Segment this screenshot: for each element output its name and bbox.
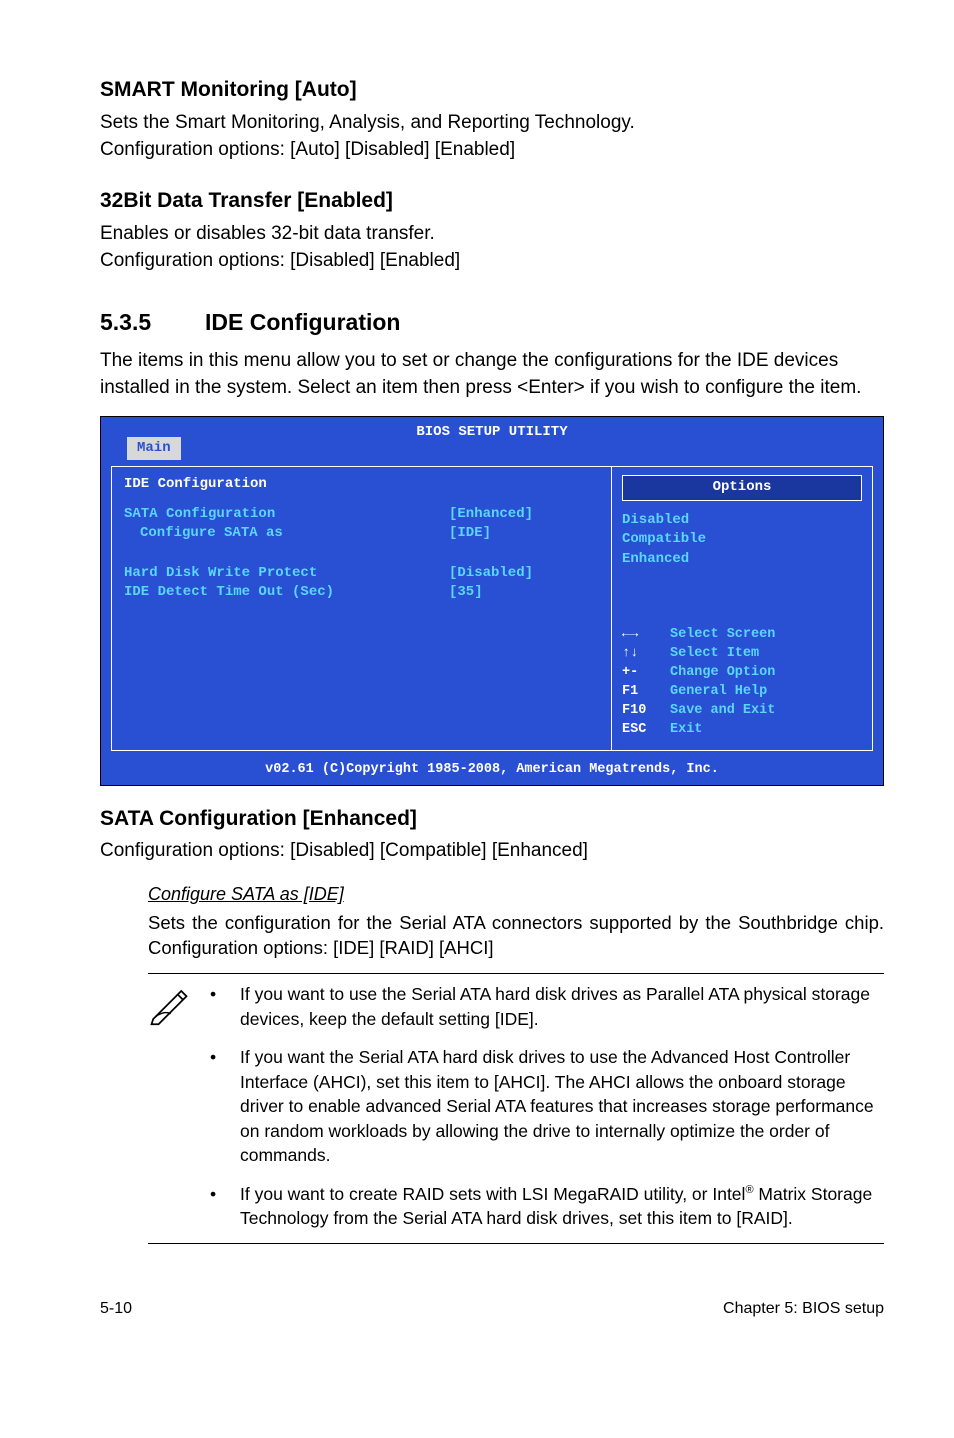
bios-label: Configure SATA as — [124, 524, 449, 544]
chapter-label: Chapter 5: BIOS setup — [723, 1298, 884, 1320]
smart-monitoring-heading: SMART Monitoring [Auto] — [100, 75, 884, 104]
bios-row-configure-sata: Configure SATA as [IDE] — [124, 524, 599, 544]
ide-config-intro: The items in this menu allow you to set … — [100, 348, 884, 401]
bios-options-title: Options — [622, 475, 862, 501]
note-block: • If you want to use the Serial ATA hard… — [148, 973, 884, 1244]
bullet-item: • If you want the Serial ATA hard disk d… — [210, 1045, 884, 1168]
bios-row-detect-timeout: IDE Detect Time Out (Sec) [35] — [124, 583, 599, 603]
bullet-dot: • — [210, 1045, 240, 1168]
text: Configuration options: [Auto] [Disabled]… — [100, 139, 515, 160]
bios-option: Disabled — [622, 511, 862, 531]
configure-sata-desc: Sets the configuration for the Serial AT… — [148, 910, 884, 962]
bios-value: [35] — [449, 583, 599, 603]
bullet-text: If you want to create RAID sets with LSI… — [240, 1182, 884, 1231]
hint-key: +- — [622, 664, 670, 683]
bios-row-write-protect: Hard Disk Write Protect [Disabled] — [124, 564, 599, 584]
data-transfer-heading: 32Bit Data Transfer [Enabled] — [100, 186, 884, 215]
bullet-text: If you want the Serial ATA hard disk dri… — [240, 1045, 884, 1168]
hint-text: Select Item — [670, 645, 759, 664]
bios-section-title: IDE Configuration — [124, 475, 599, 495]
bullet-item: • If you want to use the Serial ATA hard… — [210, 982, 884, 1031]
hint-key: ESC — [622, 721, 670, 740]
hint-text: General Help — [670, 683, 767, 702]
bullet-text: If you want to use the Serial ATA hard d… — [240, 982, 884, 1031]
bios-label: SATA Configuration — [124, 505, 449, 525]
sata-config-heading: SATA Configuration [Enhanced] — [100, 804, 884, 833]
bios-label: Hard Disk Write Protect — [124, 564, 449, 584]
bios-left-panel: IDE Configuration SATA Configuration [En… — [112, 467, 612, 749]
note-bullets: • If you want to use the Serial ATA hard… — [210, 982, 884, 1235]
bios-footer: v02.61 (C)Copyright 1985-2008, American … — [101, 757, 883, 786]
bios-option: Enhanced — [622, 550, 862, 570]
bios-value: [Disabled] — [449, 564, 599, 584]
hint-key: ←→ — [622, 626, 670, 645]
bios-row-sata-config: SATA Configuration [Enhanced] — [124, 505, 599, 525]
ide-config-section-heading: 5.3.5IDE Configuration — [100, 306, 884, 338]
section-title: IDE Configuration — [205, 309, 400, 335]
smart-monitoring-desc: Sets the Smart Monitoring, Analysis, and… — [100, 110, 884, 163]
hint-text: Exit — [670, 721, 702, 740]
text: Enables or disables 32-bit data transfer… — [100, 223, 435, 244]
bullet-dot: • — [210, 982, 240, 1031]
data-transfer-desc: Enables or disables 32-bit data transfer… — [100, 221, 884, 274]
bios-right-panel: Options Disabled Compatible Enhanced ←→S… — [612, 467, 872, 749]
bios-row-spacer — [124, 544, 599, 564]
bios-option: Compatible — [622, 530, 862, 550]
page-footer: 5-10 Chapter 5: BIOS setup — [0, 1274, 954, 1344]
hint-text: Change Option — [670, 664, 775, 683]
hint-text: Save and Exit — [670, 702, 775, 721]
hint-key: ↑↓ — [622, 645, 670, 664]
note-icon — [148, 982, 210, 1235]
text: If you want to create RAID sets with LSI… — [240, 1184, 745, 1204]
page-number: 5-10 — [100, 1298, 132, 1320]
hint-key: F10 — [622, 702, 670, 721]
bios-value: [Enhanced] — [449, 505, 599, 525]
hint-text: Select Screen — [670, 626, 775, 645]
text: Sets the Smart Monitoring, Analysis, and… — [100, 112, 635, 133]
bios-label: IDE Detect Time Out (Sec) — [124, 583, 449, 603]
hint-key: F1 — [622, 683, 670, 702]
bios-setup-screenshot: BIOS SETUP UTILITY Main IDE Configuratio… — [100, 416, 884, 787]
sata-config-options: Configuration options: [Disabled] [Compa… — [100, 838, 884, 865]
registered-mark: ® — [745, 1184, 753, 1196]
bios-key-hints: ←→Select Screen ↑↓Select Item +-Change O… — [622, 570, 862, 740]
bullet-item: • If you want to create RAID sets with L… — [210, 1182, 884, 1231]
bios-value: [IDE] — [449, 524, 599, 544]
text: Configuration options: [Disabled] [Enabl… — [100, 250, 460, 271]
bullet-dot: • — [210, 1182, 240, 1231]
configure-sata-link: Configure SATA as [IDE] — [148, 882, 884, 907]
bios-tab-main: Main — [127, 437, 181, 461]
bios-title: BIOS SETUP UTILITY — [416, 424, 567, 440]
section-number: 5.3.5 — [100, 306, 205, 338]
